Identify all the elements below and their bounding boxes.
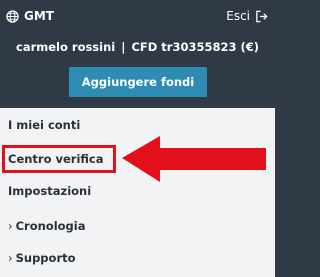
menu-item-label: Impostazioni <box>8 184 92 198</box>
account-id: CFD tr30355823 (€) <box>131 40 259 54</box>
timezone-label: GMT <box>24 9 54 23</box>
globe-icon <box>6 9 19 23</box>
timezone-indicator[interactable]: GMT <box>6 9 54 23</box>
account-menu: I miei conti Centro verifica Impostazion… <box>0 108 275 277</box>
menu-item-settings[interactable]: Impostazioni <box>8 184 91 198</box>
account-info: carmelo rossini | CFD tr30355823 (€) <box>0 40 275 54</box>
red-arrow-icon <box>122 136 266 182</box>
add-funds-button[interactable]: Aggiungere fondi <box>69 67 207 97</box>
chevron-right-icon: › <box>8 251 13 265</box>
menu-item-label: Cronologia <box>15 219 86 233</box>
logout-label: Esci <box>226 9 250 23</box>
top-bar: GMT Esci <box>0 0 275 34</box>
logout-button[interactable]: Esci <box>226 9 268 23</box>
menu-item-label: Supporto <box>15 251 76 265</box>
menu-item-my-accounts[interactable]: I miei conti <box>8 118 80 132</box>
menu-item-support[interactable]: › Supporto <box>8 251 76 265</box>
account-separator: | <box>121 40 126 54</box>
highlight-box <box>2 145 116 173</box>
menu-item-label: I miei conti <box>8 118 81 132</box>
logout-icon <box>255 10 268 23</box>
user-name: carmelo rossini <box>16 40 116 54</box>
menu-item-history[interactable]: › Cronologia <box>8 219 86 233</box>
chevron-right-icon: › <box>8 219 13 233</box>
